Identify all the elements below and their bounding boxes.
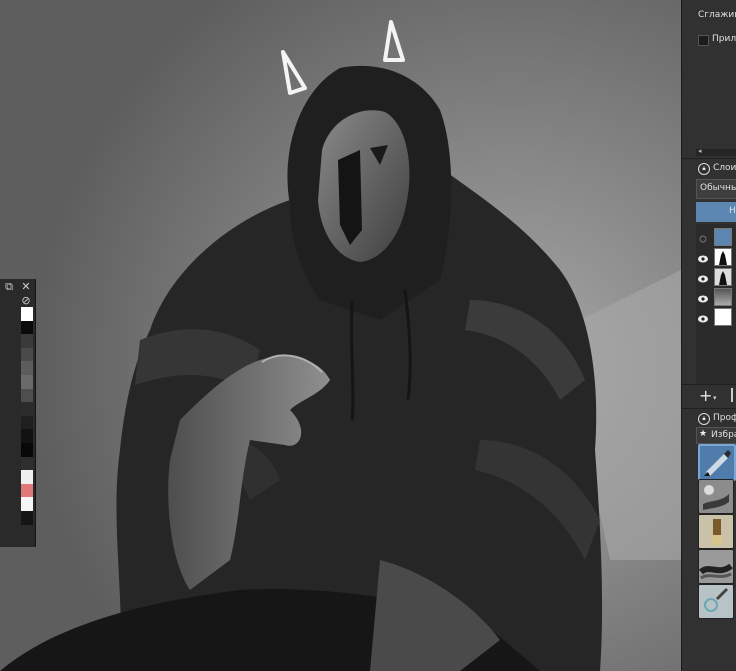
layer-thumbnail (714, 268, 732, 286)
favorites-tag-select[interactable]: ★ Избра (696, 427, 736, 444)
brush-preset-texture[interactable] (698, 549, 734, 584)
brush-preset-ink[interactable] (698, 444, 736, 481)
lock-icon[interactable]: 🔒︎ (698, 163, 710, 175)
palette-header: ⧉ ✕ (0, 279, 35, 295)
eye-icon[interactable] (697, 290, 709, 303)
drawing-canvas[interactable] (0, 0, 681, 671)
layers-tab-active[interactable]: Н (696, 202, 736, 222)
layer-thumbnail (714, 248, 732, 266)
palette-swatch[interactable] (21, 375, 33, 389)
smoothing-label: Сглажива (698, 10, 736, 20)
layer-row-gradient[interactable] (697, 286, 736, 306)
palette-swatch[interactable] (21, 497, 33, 512)
palette-swatch[interactable] (21, 470, 33, 485)
snap-label: Прил (712, 34, 736, 44)
palette-swatch[interactable] (21, 456, 33, 471)
tool-options-scrollbar[interactable]: ◂ (696, 147, 736, 156)
bristle-brush-icon (711, 519, 723, 545)
chevron-down-icon[interactable]: ▾ (713, 394, 717, 402)
palette-swatch[interactable] (21, 415, 33, 430)
float-window-icon[interactable]: ⧉ (3, 281, 15, 293)
brush-preset-blend[interactable] (698, 479, 734, 514)
eye-icon[interactable] (697, 270, 709, 283)
lock-icon[interactable]: 🔒︎ (698, 413, 710, 425)
right-docker-panel: Сглажива Прил ◂ 🔒︎ Слои Обычны Н + ▾ 🔒︎ … (681, 0, 736, 671)
brush-preset-eraser[interactable] (698, 584, 734, 619)
palette-docker: ⧉ ✕ ⊘ (0, 279, 36, 547)
eye-icon[interactable] (697, 250, 709, 263)
star-icon: ★ (699, 429, 708, 439)
layer-row-figure-2[interactable] (697, 266, 736, 286)
brush-presets-title: Проф (713, 413, 736, 423)
eye-icon[interactable] (697, 310, 709, 323)
layer-properties-icon[interactable] (731, 388, 733, 402)
layer-row-white[interactable] (697, 306, 736, 326)
palette-swatch[interactable] (21, 334, 33, 349)
artwork (0, 0, 681, 671)
layer-thumbnail (714, 288, 732, 306)
palette-swatch[interactable] (21, 429, 33, 444)
layer-row-figure[interactable] (697, 246, 736, 266)
eraser-brush-icon (704, 587, 729, 612)
eye-hidden-icon[interactable] (697, 230, 709, 243)
palette-swatch[interactable] (21, 307, 33, 321)
texture-brush-icon (699, 563, 733, 580)
no-color-icon[interactable]: ⊘ (20, 295, 32, 307)
palette-swatch[interactable] (21, 402, 33, 417)
snap-checkbox[interactable] (698, 35, 709, 46)
palette-swatch[interactable] (21, 347, 33, 362)
plus-icon[interactable]: + (699, 386, 712, 405)
palette-swatch[interactable] (21, 320, 33, 335)
layer-thumbnail (714, 308, 732, 326)
palette-swatch[interactable] (21, 388, 33, 403)
palette-swatch[interactable] (21, 483, 33, 498)
palette-swatch[interactable] (21, 443, 33, 457)
blend-brush-icon (703, 485, 729, 510)
layer-thumbnail (714, 228, 732, 246)
layer-row-group[interactable] (697, 226, 736, 246)
scroll-left-icon[interactable]: ◂ (698, 147, 702, 155)
palette-swatch[interactable] (21, 511, 33, 525)
brush-preset-bristle[interactable] (698, 514, 734, 549)
close-icon[interactable]: ✕ (20, 281, 32, 293)
layers-title: Слои (713, 163, 736, 173)
pen-icon (704, 450, 731, 476)
blend-mode-select[interactable]: Обычны (696, 179, 736, 199)
palette-swatch[interactable] (21, 361, 33, 376)
